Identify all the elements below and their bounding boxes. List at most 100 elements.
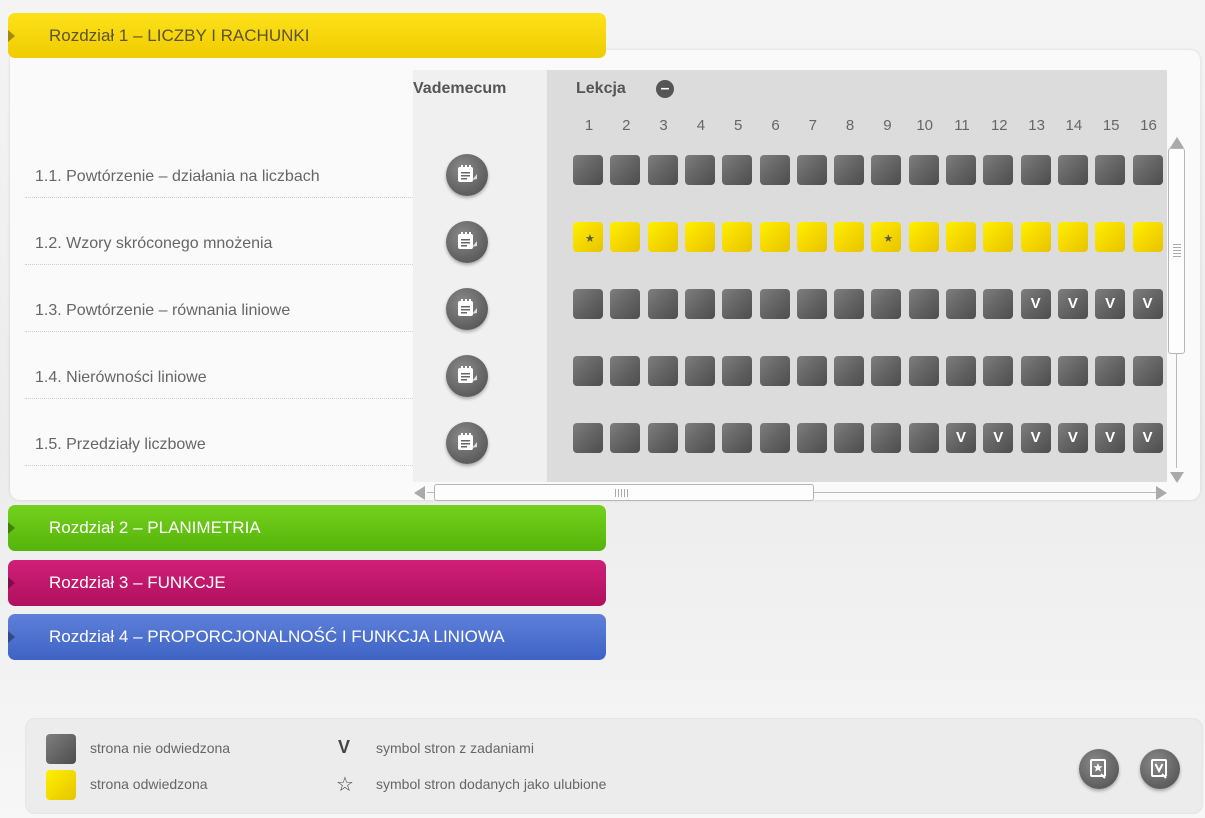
lesson-page-cell[interactable] (1095, 222, 1126, 252)
lesson-page-cell[interactable] (983, 356, 1014, 386)
lesson-page-cell[interactable] (647, 222, 678, 252)
lesson-page-cell[interactable] (1057, 222, 1088, 252)
lesson-page-cell[interactable]: V (1020, 423, 1051, 453)
lesson-page-cell[interactable]: ★ (573, 222, 603, 252)
lesson-page-cell[interactable] (722, 423, 753, 453)
lesson-page-cell[interactable] (647, 155, 678, 185)
chapter-3-header[interactable]: Rozdział 3 – FUNKCJE (8, 560, 606, 606)
lesson-page-cell[interactable]: ★ (871, 222, 902, 252)
lesson-page-cell[interactable] (871, 356, 902, 386)
vademecum-button[interactable] (446, 355, 488, 397)
lesson-page-cell[interactable]: V (1020, 289, 1051, 319)
lesson-page-cell[interactable] (908, 423, 939, 453)
lesson-page-cell[interactable]: V (1132, 423, 1163, 453)
lesson-row-title[interactable]: 1.3. Powtórzenie – równania liniowe (35, 302, 290, 320)
vademecum-button[interactable] (446, 154, 488, 196)
lesson-page-cell[interactable] (796, 155, 827, 185)
lesson-page-cell[interactable] (1057, 356, 1088, 386)
vademecum-button[interactable] (446, 422, 488, 464)
lesson-page-cell[interactable] (796, 356, 827, 386)
lesson-page-cell[interactable] (946, 289, 976, 319)
vademecum-button[interactable] (446, 221, 488, 263)
lesson-page-cell[interactable] (1020, 356, 1051, 386)
horizontal-scrollbar-thumb[interactable] (434, 484, 814, 501)
lesson-page-cell[interactable] (647, 423, 678, 453)
lesson-page-cell[interactable] (684, 289, 715, 319)
lesson-page-cell[interactable] (834, 222, 865, 252)
lesson-page-cell[interactable] (722, 356, 753, 386)
lesson-page-cell[interactable] (1095, 155, 1126, 185)
lesson-page-cell[interactable] (834, 289, 865, 319)
lesson-page-cell[interactable] (1132, 222, 1163, 252)
lesson-page-cell[interactable] (759, 289, 790, 319)
lesson-row-title[interactable]: 1.5. Przedziały liczbowe (35, 436, 206, 454)
lesson-page-cell[interactable]: V (1095, 423, 1126, 453)
lesson-page-cell[interactable] (610, 356, 641, 386)
lesson-page-cell[interactable] (1095, 356, 1126, 386)
chapter-4-header[interactable]: Rozdział 4 – PROPORCJONALNOŚĆ I FUNKCJA … (8, 614, 606, 660)
lesson-page-cell[interactable] (610, 289, 641, 319)
lesson-page-cell[interactable] (908, 222, 939, 252)
lesson-page-cell[interactable] (610, 222, 641, 252)
lesson-page-cell[interactable] (759, 222, 790, 252)
lesson-page-cell[interactable] (871, 289, 902, 319)
vademecum-button[interactable] (446, 288, 488, 330)
lesson-page-cell[interactable] (946, 155, 976, 185)
lesson-page-cell[interactable]: V (946, 423, 976, 453)
lesson-page-cell[interactable] (983, 289, 1014, 319)
chapter-2-header[interactable]: Rozdział 2 – PLANIMETRIA (8, 505, 606, 551)
lesson-page-cell[interactable] (573, 155, 603, 185)
scroll-up-arrow-icon[interactable] (1170, 137, 1184, 148)
lesson-page-cell[interactable] (946, 356, 976, 386)
lesson-page-cell[interactable] (573, 356, 603, 386)
collapse-lessons-button[interactable]: – (656, 80, 674, 98)
lesson-page-cell[interactable] (1057, 155, 1088, 185)
lesson-page-cell[interactable] (796, 423, 827, 453)
lesson-page-cell[interactable]: V (1095, 289, 1126, 319)
lesson-page-cell[interactable] (983, 155, 1014, 185)
lesson-page-cell[interactable] (946, 222, 976, 252)
lesson-page-cell[interactable] (796, 289, 827, 319)
lesson-page-cell[interactable] (834, 356, 865, 386)
lesson-page-cell[interactable] (834, 423, 865, 453)
lesson-page-cell[interactable] (647, 356, 678, 386)
vertical-scrollbar-thumb[interactable] (1168, 148, 1185, 354)
lesson-page-cell[interactable] (684, 423, 715, 453)
lesson-page-cell[interactable] (573, 423, 603, 453)
lesson-row-title[interactable]: 1.2. Wzory skróconego mnożenia (35, 235, 272, 253)
tasks-button[interactable] (1140, 749, 1180, 789)
lesson-page-cell[interactable] (610, 423, 641, 453)
lesson-page-cell[interactable] (908, 356, 939, 386)
lesson-page-cell[interactable] (722, 289, 753, 319)
lesson-page-cell[interactable] (871, 155, 902, 185)
lesson-page-cell[interactable] (796, 222, 827, 252)
lesson-page-cell[interactable]: V (983, 423, 1014, 453)
lesson-page-cell[interactable] (908, 155, 939, 185)
lesson-page-cell[interactable] (684, 356, 715, 386)
lesson-page-cell[interactable] (573, 289, 603, 319)
lesson-page-cell[interactable] (759, 155, 790, 185)
favorites-button[interactable] (1079, 749, 1119, 789)
lesson-page-cell[interactable] (1020, 222, 1051, 252)
lesson-page-cell[interactable] (647, 289, 678, 319)
lesson-row-title[interactable]: 1.1. Powtórzenie – działania na liczbach (35, 168, 320, 186)
lesson-page-cell[interactable] (722, 155, 753, 185)
scroll-left-arrow-icon[interactable] (414, 486, 425, 500)
lesson-page-cell[interactable]: V (1057, 423, 1088, 453)
lesson-page-cell[interactable] (722, 222, 753, 252)
scroll-right-arrow-icon[interactable] (1156, 486, 1167, 500)
lesson-page-cell[interactable] (908, 289, 939, 319)
scroll-down-arrow-icon[interactable] (1170, 472, 1184, 483)
lesson-page-cell[interactable] (1132, 356, 1163, 386)
lesson-page-cell[interactable] (1020, 155, 1051, 185)
lesson-page-cell[interactable] (684, 222, 715, 252)
lesson-page-cell[interactable] (983, 222, 1014, 252)
lesson-page-cell[interactable] (610, 155, 641, 185)
lesson-page-cell[interactable] (759, 356, 790, 386)
lesson-page-cell[interactable] (684, 155, 715, 185)
chapter-1-header[interactable]: Rozdział 1 – LICZBY I RACHUNKI (8, 13, 606, 58)
lesson-page-cell[interactable] (1132, 155, 1163, 185)
lesson-page-cell[interactable] (759, 423, 790, 453)
lesson-page-cell[interactable]: V (1057, 289, 1088, 319)
lesson-page-cell[interactable] (834, 155, 865, 185)
